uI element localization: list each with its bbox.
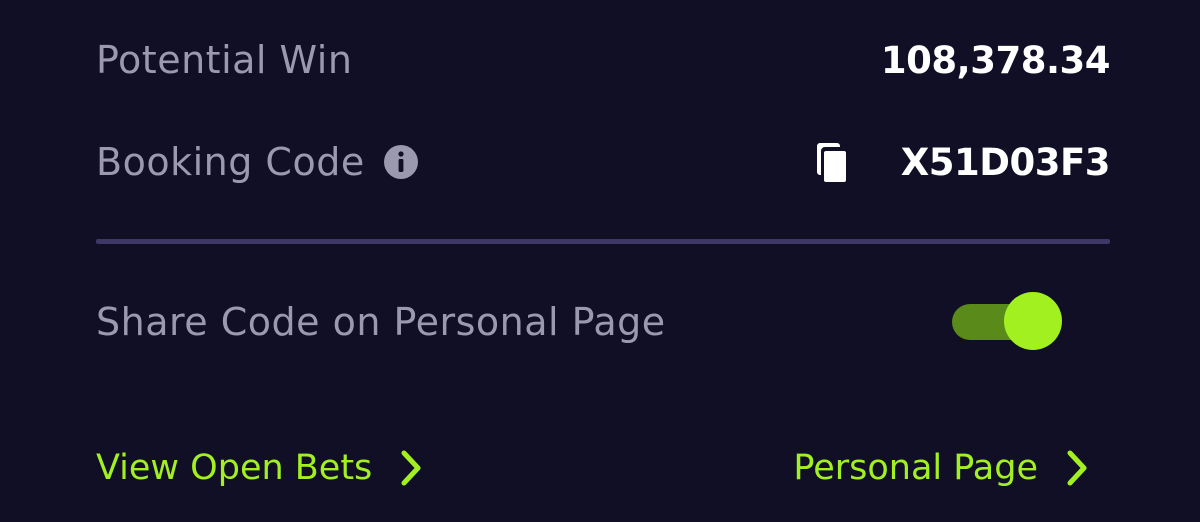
view-open-bets-label: View Open Bets — [96, 448, 373, 488]
potential-win-row: Potential Win 108,378.34 — [96, 30, 1111, 90]
bet-summary-panel: Potential Win 108,378.34 Booking Code X5… — [96, 0, 1111, 522]
view-open-bets-link[interactable]: View Open Bets — [96, 448, 422, 488]
booking-code-value: X51D03F3 — [900, 140, 1111, 184]
booking-code-row: Booking Code X51D03F3 — [96, 132, 1111, 192]
chevron-right-icon — [401, 450, 421, 486]
links-row: View Open Bets Personal Page — [96, 440, 1110, 496]
share-code-row: Share Code on Personal Page — [96, 292, 1110, 352]
copy-icon[interactable] — [816, 141, 855, 183]
booking-code-wrap: X51D03F3 — [816, 140, 1111, 184]
share-code-toggle[interactable] — [952, 292, 1062, 352]
share-code-label: Share Code on Personal Page — [96, 300, 666, 344]
potential-win-value: 108,378.34 — [880, 38, 1111, 82]
booking-code-label: Booking Code — [96, 140, 365, 184]
personal-page-label: Personal Page — [793, 448, 1038, 488]
divider — [96, 239, 1110, 244]
toggle-knob — [1004, 292, 1062, 350]
booking-code-label-wrap: Booking Code — [96, 140, 419, 184]
info-icon[interactable] — [383, 144, 419, 180]
potential-win-label: Potential Win — [96, 38, 353, 82]
chevron-right-icon — [1067, 450, 1087, 486]
personal-page-link[interactable]: Personal Page — [793, 448, 1088, 488]
